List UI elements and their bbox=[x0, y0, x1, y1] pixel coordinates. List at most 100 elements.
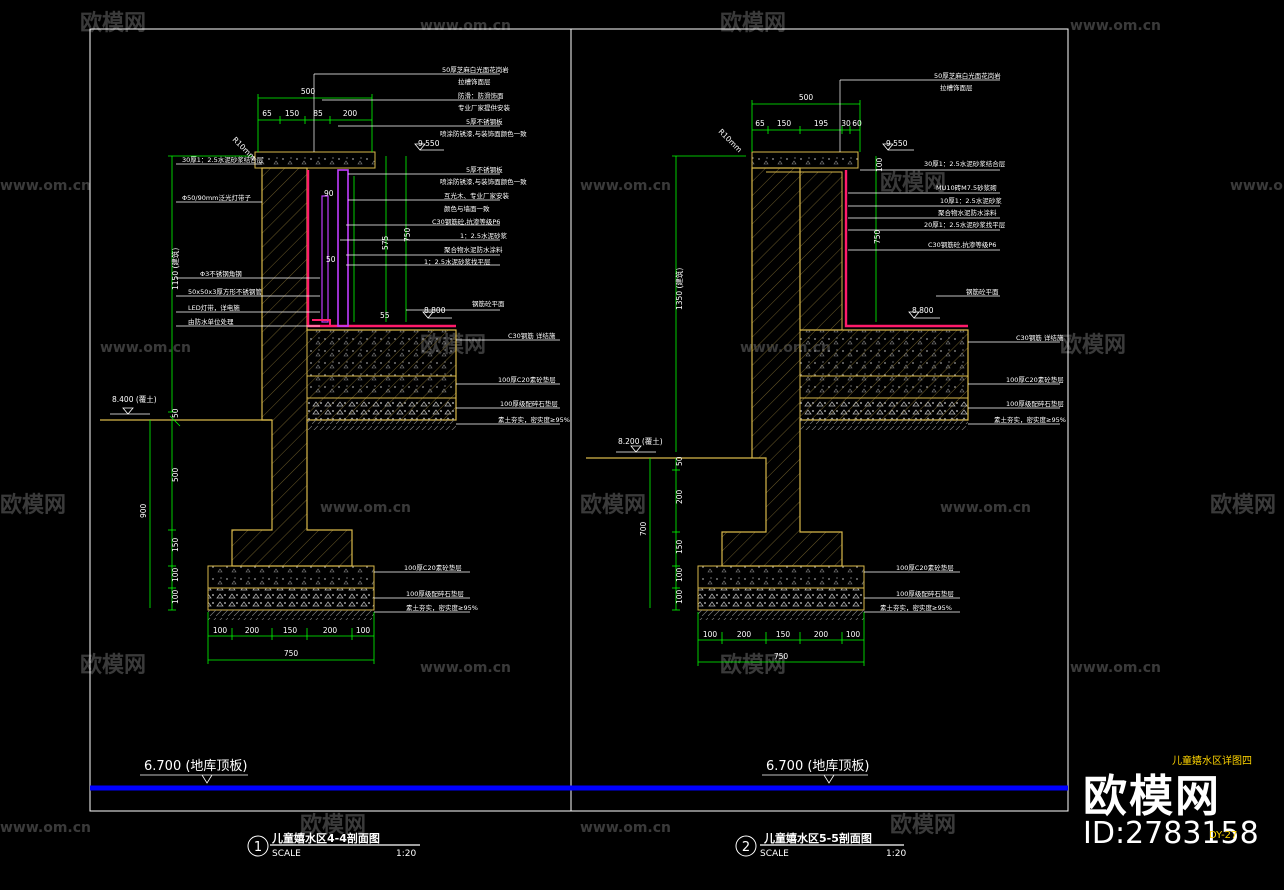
bottom-dim-5: 100 bbox=[846, 630, 861, 639]
footing-c20 bbox=[697, 565, 865, 589]
watermark-text: www.om.cn bbox=[100, 340, 191, 356]
vdim-150: 150 bbox=[171, 537, 180, 552]
note-bedding: 30厚1：2.5水泥砂浆结合层 bbox=[182, 155, 264, 164]
note-membrane: 聚合物水泥防水涂料 bbox=[444, 245, 503, 254]
layer-soil: 素土夯实，密实度≥95% bbox=[498, 415, 570, 424]
watermark-badge: 欧模网 ID:2783158 DY-27 bbox=[1075, 752, 1275, 862]
bottom-dim-3: 150 bbox=[776, 630, 791, 639]
note-steel-1: 5厚不锈钢板 bbox=[466, 117, 503, 126]
watermark-text: www.om.cn bbox=[420, 660, 511, 676]
section-number: 2 bbox=[742, 840, 750, 855]
foot-layer-c20: 100厚C20素砼垫层 bbox=[896, 563, 954, 572]
watermark-text: www.om.cn bbox=[940, 500, 1031, 516]
inner-dim-750: 750 bbox=[403, 227, 412, 242]
bottom-dim-4: 200 bbox=[814, 630, 829, 639]
layer-c30: C30钢筋 详结施 bbox=[508, 331, 556, 340]
section-title-block: 2 儿童嬉水区5-5剖面图 SCALE 1:20 bbox=[735, 831, 906, 859]
section-title: 儿童嬉水区5-5剖面图 bbox=[763, 831, 872, 845]
foot-layer-soil: 素土夯实，密实度≥95% bbox=[406, 603, 478, 612]
floor-level-label: 6.700 (地库顶板) bbox=[766, 758, 870, 774]
level-8200: 8.200 (覆土) bbox=[618, 436, 663, 446]
vdim-100a: 100 bbox=[171, 567, 180, 582]
dim-top-2: 150 bbox=[777, 119, 792, 128]
footing-gravel bbox=[207, 587, 375, 611]
watermark-text: www.om.cn bbox=[0, 178, 91, 194]
dim-top-total: 500 bbox=[301, 87, 316, 96]
note-c30: C30钢筋砼,抗渗等级P6 bbox=[432, 217, 500, 226]
coping-stone bbox=[751, 151, 859, 169]
watermark-text: www.om.cn bbox=[580, 178, 671, 194]
footing-soil bbox=[698, 610, 864, 620]
dim-top-4: 30 bbox=[841, 119, 851, 128]
watermark-text: www.om.cn bbox=[580, 820, 671, 836]
vdim-200: 200 bbox=[675, 489, 684, 504]
scale-label: SCALE bbox=[760, 849, 789, 859]
bottom-dim-3: 150 bbox=[283, 626, 298, 635]
note-color: 颜色与墙面一致 bbox=[444, 204, 490, 213]
note-paint-1: 喷涂防锈漆,与装饰面颜色一致 bbox=[440, 129, 527, 138]
footing-c20 bbox=[207, 565, 375, 589]
note-steel-finish: 钢筋砼平面 bbox=[966, 287, 999, 296]
steel-channel bbox=[337, 169, 349, 327]
inner-dim-575: 575 bbox=[381, 235, 390, 250]
compacted-soil bbox=[307, 420, 456, 430]
note-floodlight: Φ50/90mm泛光灯带子 bbox=[182, 193, 252, 202]
note-mortar: 10厚1：2.5水泥砂浆 bbox=[940, 196, 1002, 205]
watermark-text: www.om.cn bbox=[1070, 18, 1161, 34]
page-number: DY-27 bbox=[1209, 830, 1238, 841]
bottom-dim-2: 200 bbox=[737, 630, 752, 639]
vdim-150: 150 bbox=[675, 539, 684, 554]
scale-label: SCALE bbox=[272, 849, 301, 859]
vdim-100b: 100 bbox=[675, 589, 684, 604]
watermark-text: www.om.cn bbox=[320, 500, 411, 516]
level-9550: 9.550 bbox=[418, 139, 440, 148]
note-steel-2: 5厚不锈钢板 bbox=[466, 165, 503, 174]
layer-c20: 100厚C20素砼垫层 bbox=[498, 375, 556, 384]
compacted-soil bbox=[800, 420, 968, 430]
watermark-layer: 欧模网 欧模网 www.om.cn www.om.cn www.om.cn www.om.… bbox=[0, 10, 1284, 838]
note-groove: 拉槽饰面层 bbox=[458, 77, 491, 86]
pool-slab bbox=[799, 329, 969, 377]
note-angle: Φ3不锈钢角钢 bbox=[200, 269, 242, 278]
bottom-dim-total: 750 bbox=[774, 652, 789, 661]
note-tube: 50x50x3厚方形不锈钢管 bbox=[188, 287, 262, 296]
inner-dim-90: 90 bbox=[324, 189, 334, 198]
note-granite: 50厚芝麻白光面花岗岩 bbox=[442, 65, 509, 74]
vdim-50: 50 bbox=[675, 456, 684, 466]
dim-top-total: 500 bbox=[799, 93, 814, 102]
note-c30: C30钢筋砼,抗渗等级P6 bbox=[928, 240, 996, 249]
footing-soil bbox=[208, 610, 374, 620]
inner-dim-50: 50 bbox=[326, 255, 336, 264]
vdim-1150: 1150 (建筑) bbox=[170, 248, 180, 290]
inner-dim-55: 55 bbox=[380, 311, 390, 320]
watermark-text: www.om.cn bbox=[0, 820, 91, 836]
dim-top-4: 200 bbox=[343, 109, 358, 118]
floor-level-marker: 6.700 (地库顶板) bbox=[140, 758, 248, 784]
section-title-block: 1 儿童嬉水区4-4剖面图 SCALE 1:20 bbox=[247, 831, 420, 859]
gravel-cushion bbox=[306, 397, 457, 421]
dim-top-3: 85 bbox=[313, 109, 323, 118]
watermark-text: 欧模网 bbox=[1210, 492, 1276, 518]
c20-cushion bbox=[306, 375, 457, 399]
floor-level-marker: 6.700 (地库顶板) bbox=[762, 758, 870, 784]
bottom-dim-5: 100 bbox=[356, 626, 371, 635]
note-install: 专业厂家提供安装 bbox=[458, 103, 511, 112]
vdim-1350: 1350 (建筑) bbox=[674, 268, 684, 310]
watermark-text: www.om.cn bbox=[1230, 178, 1284, 194]
bottom-dim-4: 200 bbox=[323, 626, 338, 635]
section-title: 儿童嬉水区4-4剖面图 bbox=[271, 831, 380, 845]
dim-top-1: 65 bbox=[755, 119, 765, 128]
dim-top-2: 150 bbox=[285, 109, 300, 118]
bottom-dim-2: 200 bbox=[245, 626, 260, 635]
note-bedding: 30厚1：2.5水泥砂浆结合层 bbox=[924, 159, 1006, 168]
note-screed: 20厚1：2.5水泥砂浆找平层 bbox=[924, 220, 1006, 229]
note-granite: 50厚芝麻白光面花岗岩 bbox=[934, 71, 1001, 80]
watermark-text: 欧模网 bbox=[0, 492, 66, 518]
inner-dim-750: 750 bbox=[873, 229, 882, 244]
note-mortar: 1：2.5水泥砂浆 bbox=[460, 231, 507, 240]
section-4-4: 500 65 150 85 200 R10mm 9.550 8.800 8.40… bbox=[100, 65, 570, 859]
note-led: LED灯带，详电施 bbox=[188, 303, 240, 312]
layer-c20: 100厚C20素砼垫层 bbox=[1006, 375, 1064, 384]
foot-layer-gravel: 100厚级配碎石垫层 bbox=[896, 589, 954, 598]
footing-gravel bbox=[697, 587, 865, 611]
